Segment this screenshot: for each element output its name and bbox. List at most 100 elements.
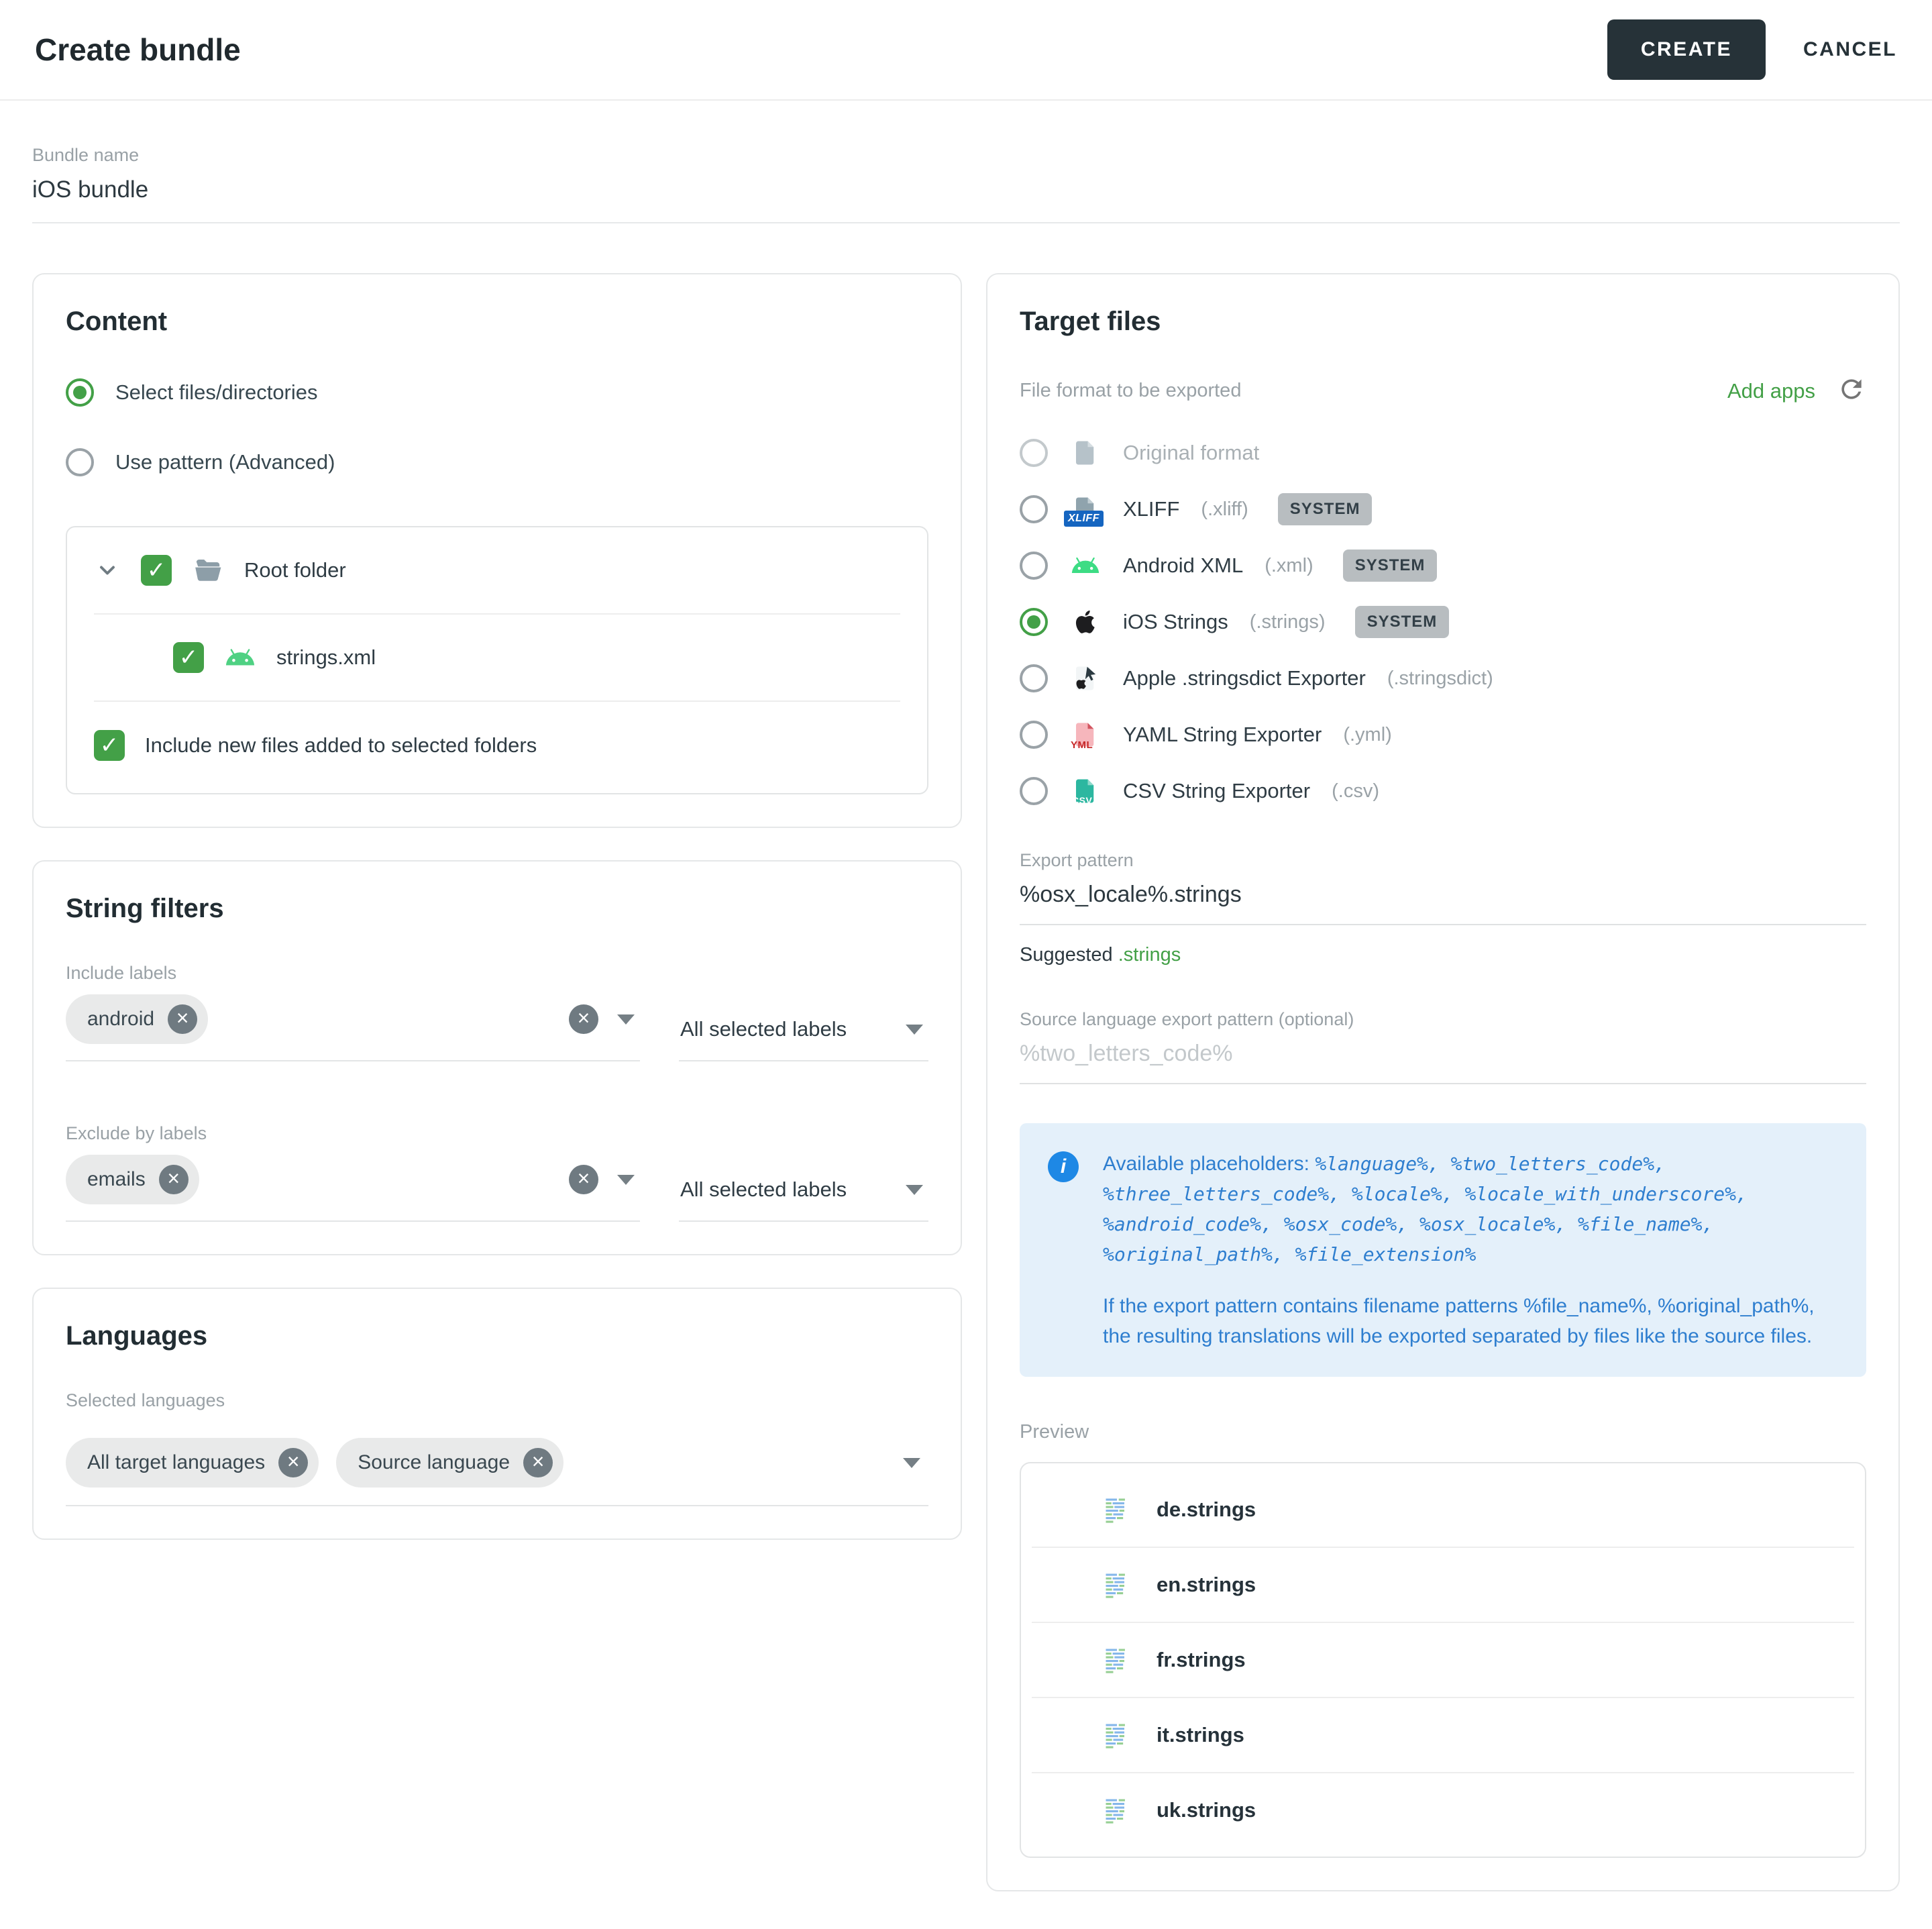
info-intro: Available placeholders:	[1103, 1153, 1315, 1175]
radio-select-files[interactable]: Select files/directories	[66, 378, 928, 407]
header-actions: CREATE CANCEL	[1607, 19, 1897, 80]
languages-title: Languages	[66, 1321, 928, 1351]
radio-disabled-icon	[1020, 439, 1048, 467]
format-option-android-xml[interactable]: Android XML (.xml) SYSTEM	[1020, 537, 1866, 594]
xliff-tag-label: XLIFF	[1064, 511, 1104, 527]
tree-row-root-folder[interactable]: Root folder	[94, 527, 900, 613]
format-option-stringsdict[interactable]: Apple .stringsdict Exporter (.stringsdic…	[1020, 650, 1866, 707]
format-option-csv[interactable]: CSV CSV String Exporter (.csv)	[1020, 763, 1866, 819]
checkbox-checked-icon[interactable]	[94, 730, 125, 761]
exclude-mode-select[interactable]: All selected labels	[679, 1178, 928, 1222]
strings-file-icon	[1102, 1569, 1132, 1600]
bundle-name-input[interactable]: iOS bundle	[32, 176, 1900, 203]
add-apps-link[interactable]: Add apps	[1727, 379, 1815, 403]
radio-unchecked-icon	[1020, 721, 1048, 749]
csv-tag-label: CSV	[1072, 795, 1092, 806]
suggested-row: Suggested .strings	[1020, 944, 1866, 966]
format-ext: (.csv)	[1332, 780, 1379, 802]
language-chip[interactable]: Source language	[336, 1438, 564, 1488]
source-pattern-field: Source language export pattern (optional…	[1020, 1009, 1866, 1084]
chip-remove-icon[interactable]	[168, 1004, 197, 1034]
source-pattern-input[interactable]: %two_letters_code%	[1020, 1041, 1866, 1084]
format-name: YAML String Exporter	[1123, 723, 1322, 747]
apple-icon	[1069, 606, 1102, 638]
languages-select[interactable]: All target languages Source language	[66, 1424, 928, 1506]
format-name: Android XML	[1123, 554, 1243, 578]
format-option-original: Original format	[1020, 425, 1866, 481]
label-chip[interactable]: emails	[66, 1155, 199, 1204]
cancel-button[interactable]: CANCEL	[1803, 38, 1897, 61]
exclude-labels-block: Exclude by labels emails	[66, 1123, 928, 1222]
export-pattern-input[interactable]: %osx_locale%.strings	[1020, 882, 1866, 925]
file-tree: Root folder strings.xml	[66, 526, 928, 794]
format-option-yaml[interactable]: YML YAML String Exporter (.yml)	[1020, 707, 1866, 763]
left-column: Content Select files/directories Use pat…	[32, 273, 962, 1540]
radio-checked-icon	[66, 378, 94, 407]
label-chip[interactable]: android	[66, 994, 208, 1044]
radio-checked-icon	[1020, 608, 1048, 636]
clear-field-icon[interactable]	[569, 1165, 598, 1194]
format-ext: (.strings)	[1250, 611, 1326, 633]
apple-stringsdict-icon	[1069, 662, 1102, 694]
radio-use-pattern[interactable]: Use pattern (Advanced)	[66, 448, 928, 476]
export-pattern-field: Export pattern %osx_locale%.strings	[1020, 850, 1866, 925]
tree-row-strings-xml[interactable]: strings.xml	[94, 615, 900, 700]
chevron-down-icon[interactable]	[94, 557, 121, 584]
radio-use-pattern-label: Use pattern (Advanced)	[115, 450, 335, 474]
system-badge: SYSTEM	[1343, 550, 1438, 582]
preview-list: de.strings	[1020, 1462, 1866, 1858]
format-option-ios-strings[interactable]: iOS Strings (.strings) SYSTEM	[1020, 594, 1866, 650]
chevron-down-icon[interactable]	[617, 1014, 635, 1025]
content-card: Content Select files/directories Use pat…	[32, 273, 962, 828]
exclude-labels-input[interactable]: emails	[66, 1144, 640, 1222]
language-chip[interactable]: All target languages	[66, 1438, 319, 1488]
preview-label: Preview	[1020, 1421, 1866, 1443]
folder-open-icon	[192, 554, 224, 586]
suggested-strings-link[interactable]: .strings	[1118, 944, 1181, 966]
format-name: Apple .stringsdict Exporter	[1123, 666, 1366, 690]
chip-remove-icon[interactable]	[159, 1165, 189, 1194]
header: Create bundle CREATE CANCEL	[0, 0, 1932, 101]
string-filters-card: String filters Include labels android	[32, 860, 962, 1255]
bundle-name-field: Bundle name iOS bundle	[32, 145, 1900, 223]
preview-file-name: en.strings	[1157, 1573, 1256, 1597]
preview-file-row: en.strings	[1021, 1548, 1865, 1622]
format-ext: (.xml)	[1265, 555, 1313, 577]
refresh-icon[interactable]	[1837, 374, 1866, 407]
include-labels-input[interactable]: android	[66, 984, 640, 1061]
radio-unchecked-icon	[1020, 552, 1048, 580]
format-ext: (.xliff)	[1201, 499, 1248, 521]
preview-file-name: uk.strings	[1157, 1798, 1256, 1822]
format-name: XLIFF	[1123, 497, 1179, 521]
preview-file-row: uk.strings	[1021, 1773, 1865, 1847]
target-files-title: Target files	[1020, 307, 1866, 337]
create-button[interactable]: CREATE	[1607, 19, 1766, 80]
format-option-xliff[interactable]: XLIFF XLIFF (.xliff) SYSTEM	[1020, 481, 1866, 537]
clear-field-icon[interactable]	[569, 1004, 598, 1034]
chip-text: emails	[87, 1168, 146, 1191]
csv-file-icon: CSV	[1069, 775, 1102, 807]
include-mode-value: All selected labels	[680, 1017, 847, 1041]
chip-remove-icon[interactable]	[278, 1448, 308, 1477]
include-mode-select[interactable]: All selected labels	[679, 1017, 928, 1061]
checkbox-checked-icon[interactable]	[173, 642, 204, 673]
export-pattern-label: Export pattern	[1020, 850, 1866, 871]
chip-text: Source language	[358, 1451, 510, 1474]
radio-unchecked-icon	[1020, 664, 1048, 692]
include-new-files-checkbox-row[interactable]: Include new files added to selected fold…	[94, 702, 900, 793]
chevron-down-icon[interactable]	[617, 1175, 635, 1185]
strings-file-icon	[1102, 1645, 1132, 1675]
languages-card: Languages Selected languages All target …	[32, 1288, 962, 1540]
include-new-files-label: Include new files added to selected fold…	[145, 733, 537, 758]
chevron-down-icon[interactable]	[903, 1458, 920, 1468]
tree-root-label: Root folder	[244, 558, 346, 582]
chip-remove-icon[interactable]	[523, 1448, 553, 1477]
radio-unchecked-icon	[1020, 777, 1048, 805]
preview-file-row: de.strings	[1021, 1473, 1865, 1547]
page-title: Create bundle	[35, 32, 241, 68]
chevron-down-icon	[906, 1185, 923, 1195]
chip-text: android	[87, 1008, 154, 1031]
preview-file-name: it.strings	[1157, 1723, 1244, 1747]
checkbox-checked-icon[interactable]	[141, 555, 172, 586]
strings-file-icon	[1102, 1494, 1132, 1525]
